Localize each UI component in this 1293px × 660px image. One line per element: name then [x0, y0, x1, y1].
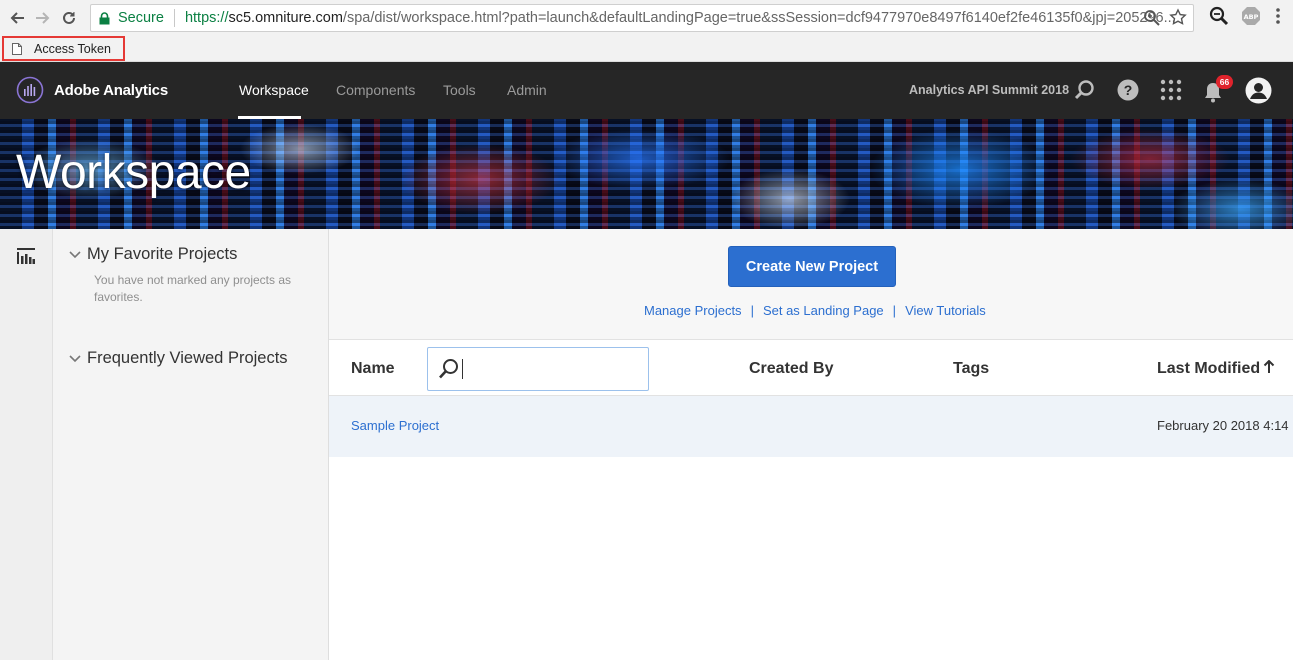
project-search-input[interactable] — [427, 347, 649, 391]
address-bar[interactable]: Secure https:// sc5.omniture.com /spa/di… — [90, 4, 1194, 32]
favorites-title: My Favorite Projects — [87, 245, 238, 263]
project-last-modified: February 20 2018 4:14 P — [1157, 418, 1293, 433]
zoom-icon[interactable] — [1143, 8, 1161, 28]
url-path: /spa/dist/workspace.html?path=launch&def… — [342, 10, 1176, 26]
frequent-title: Frequently Viewed Projects — [87, 349, 288, 367]
bookmark-label: Access Token — [34, 41, 111, 56]
column-name[interactable]: Name — [351, 360, 395, 378]
favorites-section-toggle[interactable]: My Favorite Projects — [69, 245, 237, 264]
app-name: Adobe Analytics — [54, 81, 168, 99]
project-name-link[interactable]: Sample Project — [351, 418, 439, 433]
left-icon-rail — [0, 229, 53, 660]
bookmarks-bar: Access Token — [0, 36, 1293, 62]
adblock-icon[interactable]: ABP — [1241, 6, 1261, 26]
analytics-logo-icon — [16, 76, 44, 104]
projects-sidebar: My Favorite Projects You have not marked… — [53, 229, 329, 660]
column-tags[interactable]: Tags — [953, 360, 989, 378]
page-icon — [12, 42, 22, 55]
favorites-empty-text: You have not marked any projects as favo… — [94, 273, 292, 304]
create-new-project-button[interactable]: Create New Project — [728, 246, 896, 287]
search-icon — [439, 359, 458, 379]
svg-text:ABP: ABP — [1244, 13, 1259, 21]
nav-admin[interactable]: Admin — [507, 82, 547, 98]
text-caret — [462, 359, 463, 379]
workspace-banner: Workspace — [0, 119, 1293, 229]
secure-label: Secure — [118, 10, 164, 26]
page-title: Workspace — [16, 146, 251, 199]
actions-area: Create New Project Manage Projects | Set… — [329, 229, 1293, 340]
help-icon[interactable]: ? — [1117, 79, 1139, 101]
quick-links: Manage Projects | Set as Landing Page | … — [644, 303, 986, 318]
app-header: Adobe Analytics Workspace Components Too… — [0, 62, 1293, 119]
manage-projects-link[interactable]: Manage Projects — [644, 303, 742, 318]
omnibox-divider — [173, 9, 175, 27]
forward-icon[interactable] — [32, 7, 54, 29]
link-separator: | — [750, 303, 754, 318]
bookmark-access-token[interactable]: Access Token — [2, 36, 125, 61]
nav-workspace[interactable]: Workspace — [239, 82, 309, 98]
avatar-icon[interactable] — [1245, 77, 1272, 104]
search-icon[interactable] — [1074, 79, 1096, 101]
column-created-by[interactable]: Created By — [749, 360, 833, 378]
nav-components[interactable]: Components — [336, 82, 415, 98]
projects-panel-icon[interactable] — [17, 248, 35, 264]
frequent-section-toggle[interactable]: Frequently Viewed Projects — [69, 349, 288, 368]
svg-text:?: ? — [1124, 82, 1133, 98]
sort-ascending-icon[interactable] — [1263, 360, 1275, 374]
secure-indicator[interactable]: Secure — [91, 10, 164, 26]
reload-icon[interactable] — [58, 7, 80, 29]
url-scheme: https:// — [184, 10, 229, 26]
link-separator: | — [892, 303, 897, 318]
main-content: Create New Project Manage Projects | Set… — [329, 229, 1293, 660]
browser-toolbar: Secure https:// sc5.omniture.com /spa/di… — [0, 0, 1293, 36]
star-icon[interactable] — [1169, 8, 1187, 28]
table-row[interactable]: Sample Project February 20 2018 4:14 P — [329, 396, 1293, 457]
magnifier-icon[interactable] — [1209, 6, 1229, 26]
back-icon[interactable] — [6, 7, 28, 29]
set-landing-page-link[interactable]: Set as Landing Page — [763, 303, 884, 318]
chevron-down-icon — [69, 250, 81, 258]
apps-grid-icon[interactable] — [1160, 79, 1182, 101]
company-name[interactable]: Analytics API Summit 2018 — [909, 83, 1069, 97]
lock-icon — [99, 11, 110, 24]
app-logo[interactable]: Adobe Analytics — [16, 76, 168, 104]
chevron-down-icon — [69, 354, 81, 362]
column-last-modified[interactable]: Last Modified — [1157, 360, 1260, 378]
nav-tools[interactable]: Tools — [443, 82, 476, 98]
view-tutorials-link[interactable]: View Tutorials — [905, 303, 986, 318]
menu-icon[interactable] — [1273, 6, 1283, 26]
url-host: sc5.omniture.com — [228, 10, 343, 26]
projects-table-header: Name Created By Tags Last Modified — [329, 340, 1293, 396]
notification-badge: 66 — [1216, 75, 1233, 89]
